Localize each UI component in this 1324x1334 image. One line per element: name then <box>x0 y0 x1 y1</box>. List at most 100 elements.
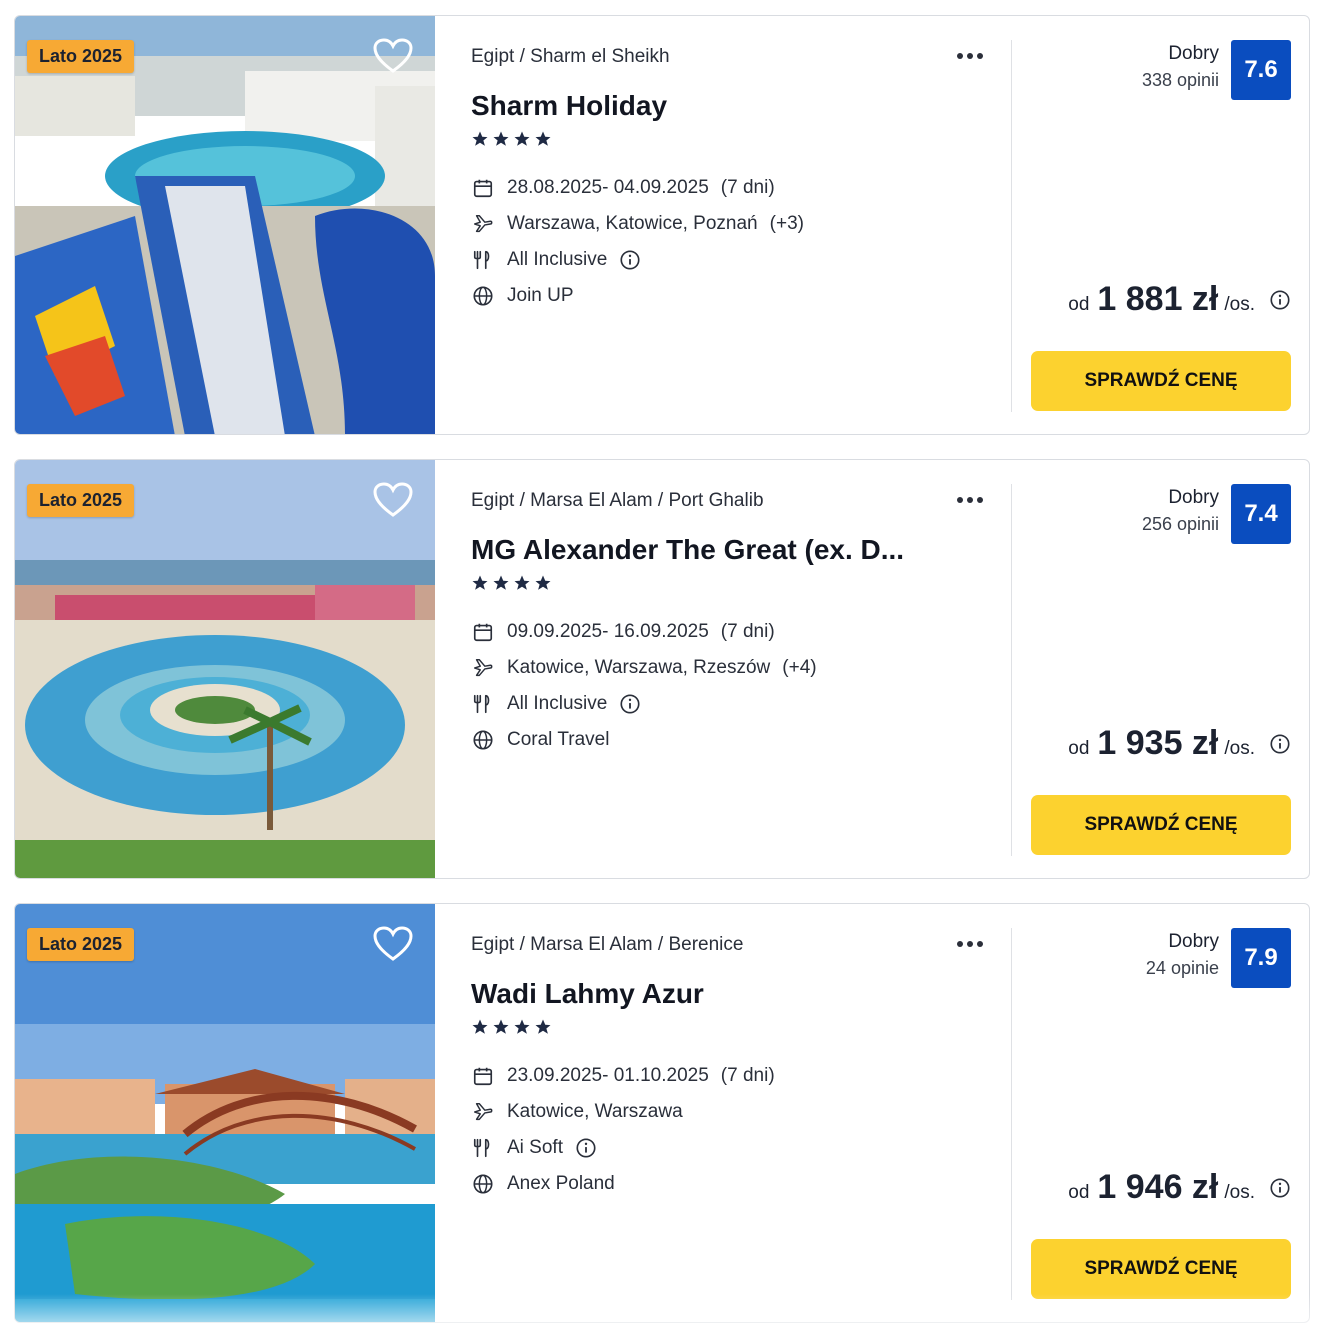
rating-word: Dobry <box>1168 931 1219 952</box>
divider <box>1011 40 1012 412</box>
globe-icon <box>471 1172 495 1196</box>
hotel-name[interactable]: Sharm Holiday <box>471 88 1011 124</box>
board-type: Ai Soft <box>507 1137 563 1158</box>
rating[interactable]: Dobry 24 opinie 7.9 <box>1146 928 1291 988</box>
check-price-button[interactable]: SPRAWDŹ CENĘ <box>1031 351 1291 411</box>
hotel-name[interactable]: Wadi Lahmy Azur <box>471 976 1011 1012</box>
price-unit: /os. <box>1224 738 1255 759</box>
price-prefix: od <box>1068 1182 1090 1203</box>
board-row: All Inclusive <box>471 686 1011 722</box>
offer-details: 09.09.2025- 16.09.2025 (7 dni) Katowice,… <box>471 614 1011 758</box>
rating[interactable]: Dobry 256 opinii 7.4 <box>1142 484 1291 544</box>
more-departures[interactable]: (+4) <box>782 657 816 679</box>
departures-row: Katowice, Warszawa <box>471 1094 1011 1130</box>
offer-info: Egipt / Sharm el Sheikh Sharm Holiday 28… <box>471 44 1011 314</box>
season-badge: Lato 2025 <box>27 40 135 73</box>
offer-card[interactable]: Lato 2025 Egipt / Sharm el Sheikh Sharm … <box>14 15 1310 435</box>
star-rating <box>471 1018 1011 1042</box>
board-type: All Inclusive <box>507 693 608 714</box>
price-amount: 1 881 zł <box>1097 280 1219 318</box>
more-icon[interactable] <box>953 934 987 954</box>
dates-row: 09.09.2025- 16.09.2025 (7 dni) <box>471 614 1011 650</box>
tour-operator: Join UP <box>507 285 574 306</box>
review-count[interactable]: 24 opinie <box>1146 956 1219 980</box>
tour-operator: Anex Poland <box>507 1173 615 1194</box>
offer-info: Egipt / Marsa El Alam / Berenice Wadi La… <box>471 932 1011 1202</box>
info-icon[interactable] <box>1269 1177 1291 1199</box>
star-icon <box>472 1019 488 1034</box>
info-icon[interactable] <box>575 1137 597 1159</box>
globe-icon <box>471 728 495 752</box>
star-icon <box>535 575 551 590</box>
price-unit: /os. <box>1224 1182 1255 1203</box>
globe-icon <box>471 284 495 308</box>
cutlery-icon <box>471 692 495 716</box>
star-icon <box>535 1019 551 1034</box>
star-icon <box>472 131 488 146</box>
offer-card[interactable]: Lato 2025 Egipt / Marsa El Alam / Bereni… <box>14 903 1310 1323</box>
divider <box>1011 484 1012 856</box>
heart-icon[interactable] <box>373 482 413 518</box>
price-unit: /os. <box>1224 294 1255 315</box>
offer-card[interactable]: Lato 2025 Egipt / Marsa El Alam / Port G… <box>14 459 1310 879</box>
review-count[interactable]: 256 opinii <box>1142 512 1219 536</box>
price: od 1 881 zł /os. <box>1068 280 1291 319</box>
calendar-icon <box>471 176 495 200</box>
offer-info: Egipt / Marsa El Alam / Port Ghalib MG A… <box>471 488 1011 758</box>
score-badge: 7.9 <box>1231 928 1291 988</box>
more-icon[interactable] <box>953 490 987 510</box>
dates-row: 28.08.2025- 04.09.2025 (7 dni) <box>471 170 1011 206</box>
price-amount: 1 935 zł <box>1097 724 1219 762</box>
info-icon[interactable] <box>619 249 641 271</box>
star-icon <box>514 575 530 590</box>
rating-word: Dobry <box>1168 487 1219 508</box>
star-icon <box>493 1019 509 1034</box>
price-prefix: od <box>1068 294 1090 315</box>
season-badge: Lato 2025 <box>27 928 135 961</box>
more-icon[interactable] <box>953 46 987 66</box>
season-badge: Lato 2025 <box>27 484 135 517</box>
duration: (7 dni) <box>720 177 775 198</box>
location[interactable]: Egipt / Marsa El Alam / Port Ghalib <box>471 488 1011 514</box>
hotel-photo[interactable] <box>15 904 435 1322</box>
price-prefix: od <box>1068 738 1090 759</box>
star-icon <box>493 575 509 590</box>
duration: (7 dni) <box>720 1065 775 1086</box>
star-icon <box>493 131 509 146</box>
departure-cities: Katowice, Warszawa, Rzeszów <box>507 657 771 678</box>
info-icon[interactable] <box>619 693 641 715</box>
hotel-name[interactable]: MG Alexander The Great (ex. D... <box>471 532 1011 568</box>
heart-icon[interactable] <box>373 38 413 74</box>
rating[interactable]: Dobry 338 opinii 7.6 <box>1142 40 1291 100</box>
hotel-photo[interactable] <box>15 460 435 878</box>
info-icon[interactable] <box>1269 289 1291 311</box>
dates: 28.08.2025- 04.09.2025 <box>507 177 709 198</box>
departure-cities: Warszawa, Katowice, Poznań <box>507 213 758 234</box>
operator-row: Coral Travel <box>471 722 1011 758</box>
more-departures[interactable]: (+3) <box>770 213 804 235</box>
board-type: All Inclusive <box>507 249 608 270</box>
hotel-photo[interactable] <box>15 16 435 434</box>
star-icon <box>514 131 530 146</box>
operator-row: Anex Poland <box>471 1166 1011 1202</box>
check-price-button[interactable]: SPRAWDŹ CENĘ <box>1031 1239 1291 1299</box>
review-count[interactable]: 338 opinii <box>1142 68 1219 92</box>
rating-word: Dobry <box>1168 43 1219 64</box>
price: od 1 935 zł /os. <box>1068 724 1291 763</box>
star-icon <box>535 131 551 146</box>
calendar-icon <box>471 620 495 644</box>
offer-details: 23.09.2025- 01.10.2025 (7 dni) Katowice,… <box>471 1058 1011 1202</box>
divider <box>1011 928 1012 1300</box>
info-icon[interactable] <box>1269 733 1291 755</box>
calendar-icon <box>471 1064 495 1088</box>
star-icon <box>472 575 488 590</box>
check-price-button[interactable]: SPRAWDŹ CENĘ <box>1031 795 1291 855</box>
plane-icon <box>471 1100 495 1124</box>
location[interactable]: Egipt / Sharm el Sheikh <box>471 44 1011 70</box>
heart-icon[interactable] <box>373 926 413 962</box>
location[interactable]: Egipt / Marsa El Alam / Berenice <box>471 932 1011 958</box>
plane-icon <box>471 656 495 680</box>
dates: 23.09.2025- 01.10.2025 <box>507 1065 709 1086</box>
cutlery-icon <box>471 1136 495 1160</box>
dates-row: 23.09.2025- 01.10.2025 (7 dni) <box>471 1058 1011 1094</box>
